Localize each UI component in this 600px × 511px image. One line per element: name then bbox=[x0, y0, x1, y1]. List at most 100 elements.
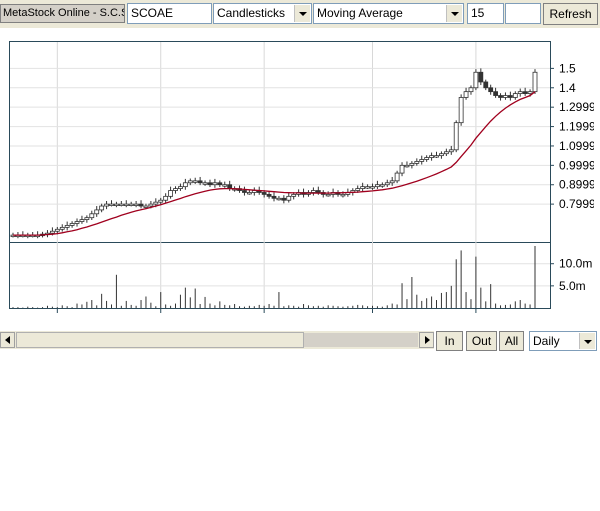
period-input[interactable]: 15 bbox=[467, 3, 504, 24]
candle-body bbox=[448, 149, 454, 153]
candle-body bbox=[114, 203, 119, 207]
candle-body bbox=[379, 184, 385, 187]
candle-body bbox=[217, 182, 223, 186]
candle-body bbox=[365, 186, 370, 189]
candle-body bbox=[286, 195, 292, 201]
candle-body bbox=[64, 225, 70, 228]
candle-body bbox=[69, 223, 75, 226]
x-tick-label: May bbox=[465, 315, 488, 317]
y-tick-label: 0.8999 bbox=[559, 178, 594, 192]
x-tick-label: Apr bbox=[363, 315, 382, 317]
candle-body bbox=[54, 228, 60, 232]
scroll-right-button[interactable] bbox=[419, 332, 434, 348]
chart-style-value: Candlesticks bbox=[217, 6, 286, 20]
refresh-button[interactable]: Refresh bbox=[543, 3, 598, 25]
chevron-down-icon[interactable] bbox=[446, 5, 462, 22]
price-panel-frame bbox=[9, 41, 551, 243]
candle-body bbox=[315, 190, 321, 193]
candle-body bbox=[246, 192, 252, 195]
candle-body bbox=[104, 203, 109, 207]
candle-body bbox=[498, 95, 503, 98]
candle-body bbox=[493, 91, 499, 96]
price-axis: 1.5 1.4 1.2999 1.1999 1.0999 0.9999 0.8999 0.79… bbox=[550, 61, 594, 211]
y-tick-label: 1.2999 bbox=[559, 100, 594, 114]
candle-body bbox=[310, 190, 316, 193]
candle-body bbox=[409, 162, 415, 166]
candle-body bbox=[59, 226, 65, 230]
candle-body bbox=[222, 184, 228, 187]
candle-body bbox=[478, 71, 484, 83]
candle-body bbox=[178, 186, 183, 189]
candle-body bbox=[389, 180, 395, 184]
candle-body bbox=[133, 203, 139, 207]
candle-body bbox=[89, 213, 95, 219]
candle-body bbox=[94, 209, 100, 215]
y-tick-label: 1.4 bbox=[559, 81, 576, 95]
y-tick-label: 0.9999 bbox=[559, 158, 594, 172]
candle-body bbox=[483, 81, 489, 89]
candle-body bbox=[168, 190, 173, 197]
candle-body bbox=[527, 91, 533, 94]
candle-body bbox=[468, 87, 474, 93]
indicator-select[interactable]: Moving Average bbox=[313, 3, 464, 24]
x-tick-label: Jan bbox=[48, 315, 67, 317]
chevron-down-icon[interactable] bbox=[579, 333, 595, 349]
candle-body bbox=[439, 153, 444, 157]
y-tick-label: 1.5 bbox=[559, 61, 576, 75]
candle-body bbox=[507, 95, 513, 98]
candle-body bbox=[517, 91, 523, 94]
candle-body bbox=[325, 194, 331, 197]
candle-body bbox=[261, 192, 267, 195]
candle-body bbox=[138, 203, 144, 207]
extra-input[interactable] bbox=[505, 3, 541, 24]
toolbar: MetaStock Online - S.C.Sc SCOAE Candlest… bbox=[0, 0, 600, 28]
candle-body bbox=[74, 221, 80, 224]
candle-body bbox=[79, 219, 85, 222]
candle-body bbox=[271, 195, 277, 199]
candle-body bbox=[443, 151, 449, 155]
arrow-right-icon bbox=[425, 336, 430, 344]
candle-body bbox=[266, 194, 272, 197]
candle-body bbox=[192, 180, 198, 183]
window-title: MetaStock Online - S.C.Sc bbox=[0, 4, 125, 23]
candle-body bbox=[148, 203, 154, 207]
price-chart[interactable]: 1.5 1.4 1.2999 1.1999 1.0999 0.9999 0.8999 0.79… bbox=[9, 41, 594, 317]
symbol-input[interactable]: SCOAE bbox=[127, 3, 212, 24]
time-axis: Jan Feb Mar Apr May bbox=[48, 309, 488, 317]
interval-select[interactable]: Daily bbox=[529, 331, 597, 351]
candle-body bbox=[197, 180, 203, 184]
arrow-left-icon bbox=[5, 336, 10, 344]
volume-axis: 10.0m 5.0m bbox=[550, 257, 592, 293]
zoom-out-button[interactable]: Out bbox=[466, 331, 497, 351]
chevron-down-icon[interactable] bbox=[294, 5, 310, 22]
candle-body bbox=[187, 180, 193, 184]
chart-style-select[interactable]: Candlesticks bbox=[213, 3, 312, 24]
candle-body bbox=[84, 217, 90, 221]
candle-body bbox=[429, 155, 434, 158]
x-tick-label: Mar bbox=[254, 315, 275, 317]
interval-value: Daily bbox=[533, 334, 560, 348]
candle-body bbox=[512, 93, 518, 98]
candle-body bbox=[118, 203, 124, 207]
candle-body bbox=[399, 164, 405, 174]
candle-body bbox=[163, 195, 169, 201]
candle-body bbox=[488, 87, 494, 93]
candle-body bbox=[49, 230, 55, 234]
candle-body bbox=[291, 194, 297, 197]
show-all-button[interactable]: All bbox=[499, 331, 524, 351]
zoom-in-button[interactable]: In bbox=[436, 331, 463, 351]
candle-body bbox=[173, 188, 178, 191]
candle-body bbox=[532, 71, 538, 93]
candle-body bbox=[414, 161, 420, 164]
candle-body bbox=[375, 184, 380, 188]
y-tick-label: 1.1999 bbox=[559, 120, 594, 134]
scroll-thumb[interactable] bbox=[16, 332, 304, 348]
candle-body bbox=[503, 95, 508, 98]
indicator-value: Moving Average bbox=[317, 6, 403, 20]
candle-body bbox=[123, 203, 129, 207]
candle-body bbox=[434, 155, 439, 158]
candle-body bbox=[355, 188, 361, 191]
y-tick-label: 0.7999 bbox=[559, 197, 594, 211]
horizontal-scrollbar[interactable] bbox=[0, 331, 434, 349]
scroll-left-button[interactable] bbox=[0, 332, 15, 348]
